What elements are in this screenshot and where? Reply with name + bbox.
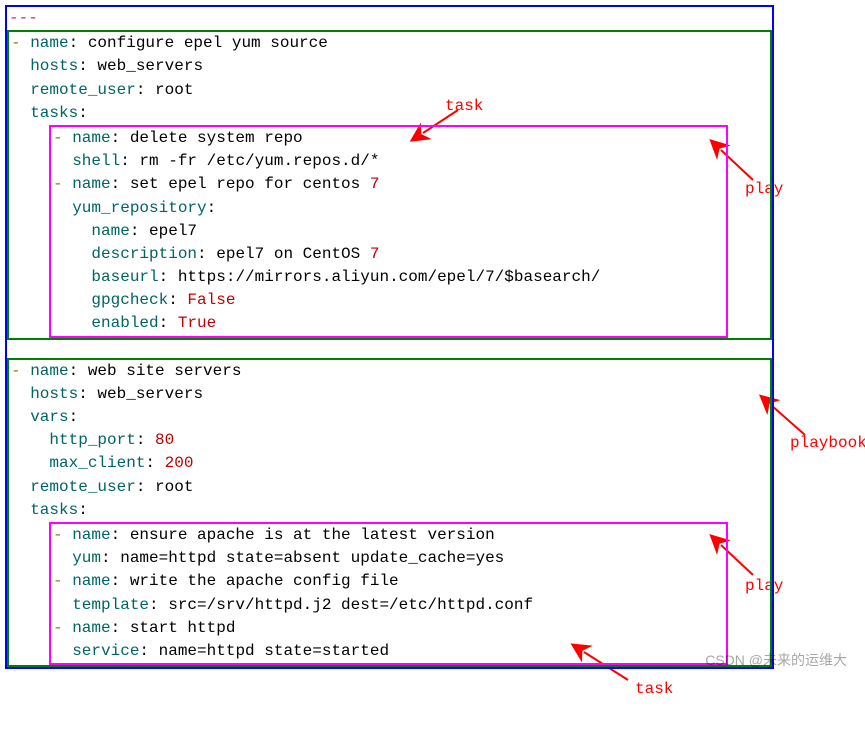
code-line: enabled: True	[51, 312, 726, 335]
task-box-2: - name: ensure apache is at the latest v…	[49, 522, 728, 665]
code-line: template: src=/srv/httpd.j2 dest=/etc/ht…	[51, 594, 726, 617]
code-line: service: name=httpd state=started	[51, 640, 726, 663]
code-line: name: epel7	[51, 220, 726, 243]
task-box-1: - name: delete system repo shell: rm -fr…	[49, 125, 728, 338]
playbook-container: --- - name: configure epel yum source ho…	[5, 5, 774, 669]
label-playbook: playbook	[790, 432, 865, 455]
code-line: hosts: web_servers	[9, 383, 770, 406]
code-line: - name: write the apache config file	[51, 570, 726, 593]
code-line: gpgcheck: False	[51, 289, 726, 312]
code-line: vars:	[9, 406, 770, 429]
play-box-2: - name: web site servers hosts: web_serv…	[7, 358, 772, 667]
code-line: yum: name=httpd state=absent update_cach…	[51, 547, 726, 570]
code-line: description: epel7 on CentOS 7	[51, 243, 726, 266]
code-line: tasks:	[9, 499, 770, 522]
code-line: yum_repository:	[51, 197, 726, 220]
code-line: - name: configure epel yum source	[9, 32, 770, 55]
code-line: tasks:	[9, 102, 770, 125]
code-line: - name: web site servers	[9, 360, 770, 383]
code-line: hosts: web_servers	[9, 55, 770, 78]
yaml-doc-start: ---	[9, 9, 38, 27]
code-line: - name: delete system repo	[51, 127, 726, 150]
code-line: - name: ensure apache is at the latest v…	[51, 524, 726, 547]
code-line: http_port: 80	[9, 429, 770, 452]
code-line: max_client: 200	[9, 452, 770, 475]
label-task-bottom: task	[635, 678, 673, 701]
code-line: remote_user: root	[9, 79, 770, 102]
code-line: remote_user: root	[9, 476, 770, 499]
code-line: shell: rm -fr /etc/yum.repos.d/*	[51, 150, 726, 173]
code-line: - name: start httpd	[51, 617, 726, 640]
watermark-text: CSDN @未来的运维大	[705, 650, 847, 670]
code-line: baseurl: https://mirrors.aliyun.com/epel…	[51, 266, 726, 289]
play-box-1: - name: configure epel yum source hosts:…	[7, 30, 772, 339]
code-line: - name: set epel repo for centos 7	[51, 173, 726, 196]
